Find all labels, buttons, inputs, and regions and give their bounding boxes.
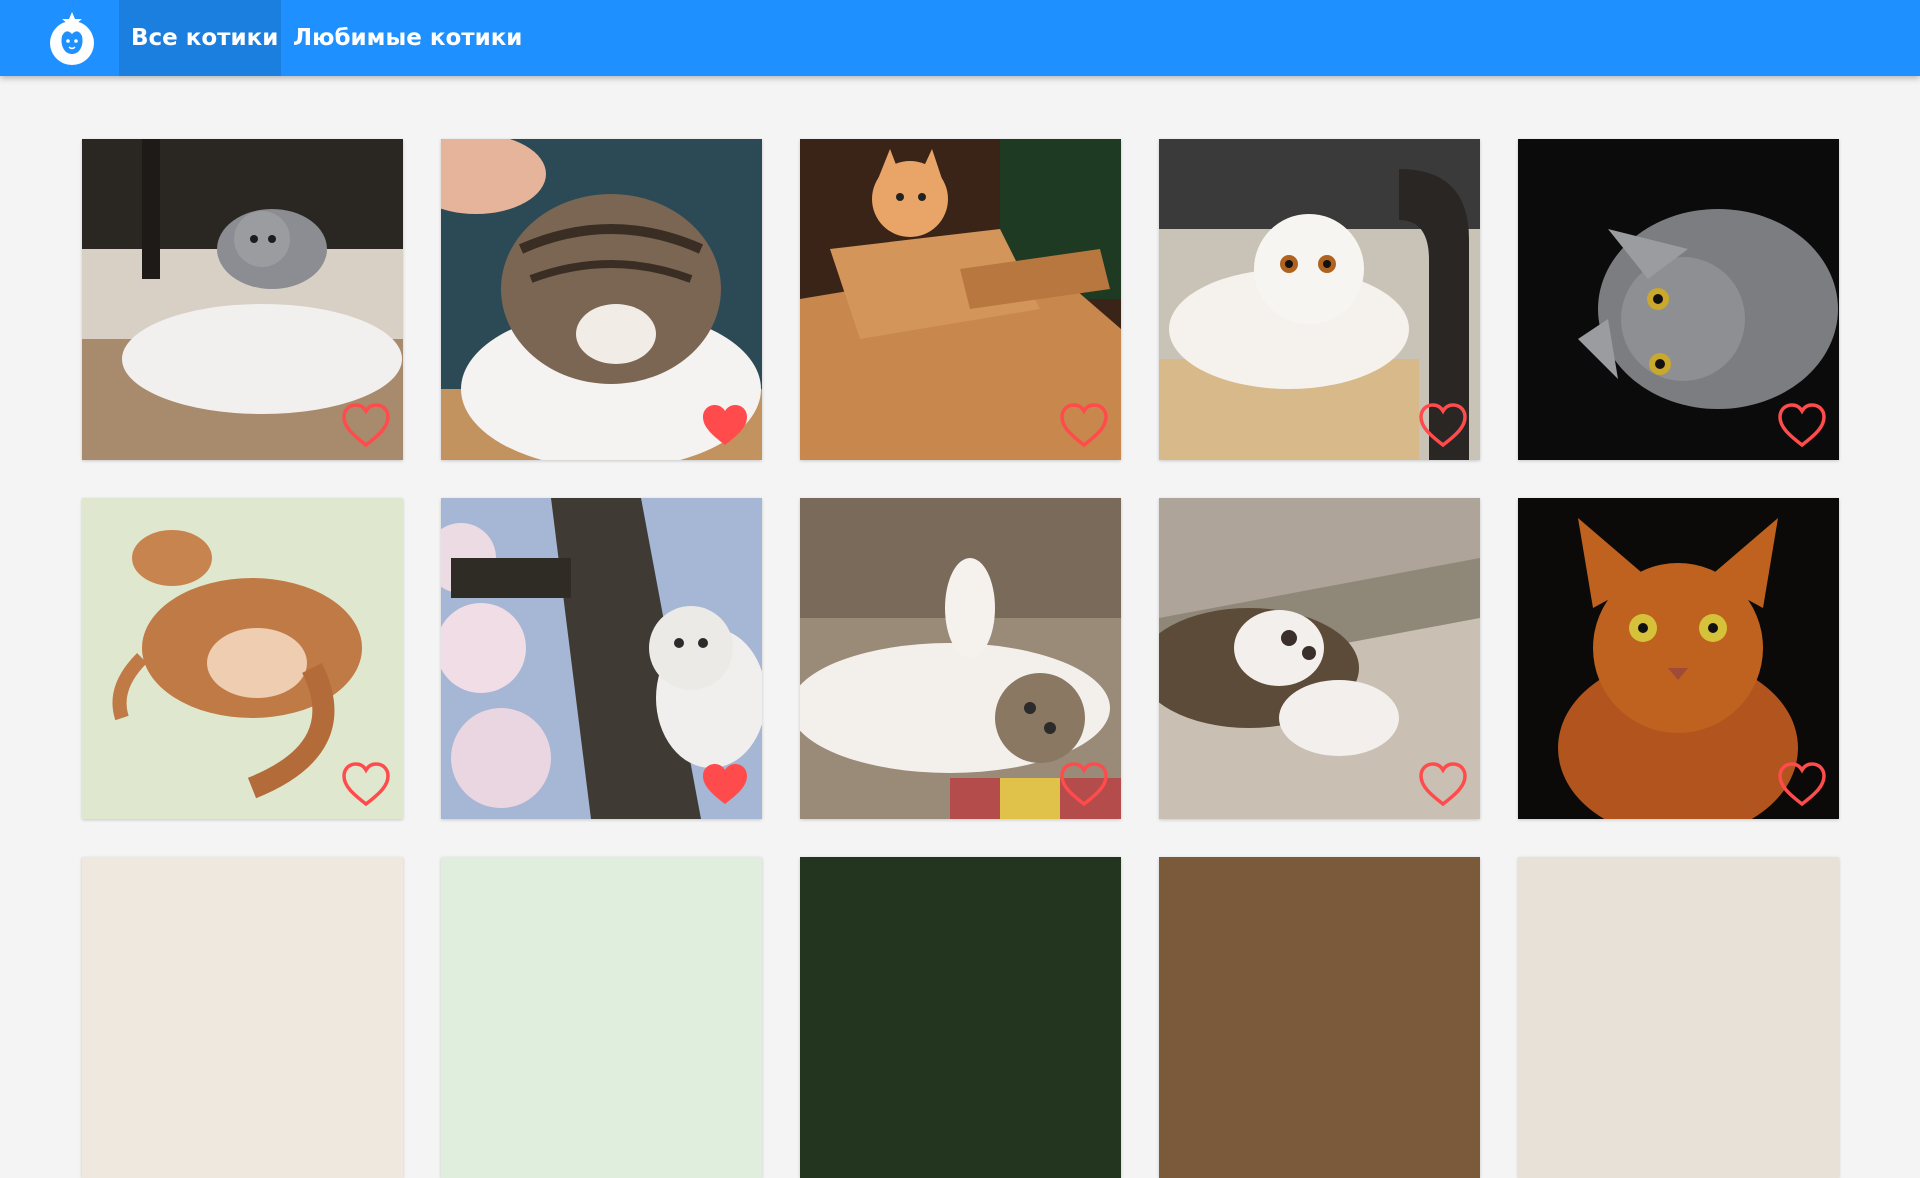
cat-card[interactable] [1159,139,1480,460]
cat-photo [1518,857,1839,1178]
cat-dog-logo-icon[interactable] [45,10,99,68]
cat-card[interactable] [82,498,403,819]
heart-outline-icon[interactable] [341,402,391,448]
cat-card[interactable] [1159,857,1480,1178]
heart-filled-icon[interactable] [700,402,750,448]
cat-card[interactable] [1518,139,1839,460]
heart-outline-icon[interactable] [1418,761,1468,807]
cat-card[interactable] [800,857,1121,1178]
heart-outline-icon[interactable] [1777,761,1827,807]
heart-outline-icon[interactable] [1777,402,1827,448]
cat-card[interactable] [800,498,1121,819]
cat-card[interactable] [1518,857,1839,1178]
cat-card[interactable] [441,139,762,460]
cat-card[interactable] [441,857,762,1178]
heart-outline-icon[interactable] [1418,402,1468,448]
tab-all-cats[interactable]: Все котики [119,0,281,76]
cat-photo [800,857,1121,1178]
cat-card[interactable] [1159,498,1480,819]
cat-card[interactable] [800,139,1121,460]
heart-outline-icon[interactable] [341,761,391,807]
cat-photo [441,857,762,1178]
heart-outline-icon[interactable] [1059,761,1109,807]
cat-card[interactable] [441,498,762,819]
tab-favorite-cats[interactable]: Любимые котики [281,0,522,76]
top-navbar: Все котики Любимые котики [0,0,1920,76]
cat-card[interactable] [1518,498,1839,819]
heart-outline-icon[interactable] [1059,402,1109,448]
cat-card[interactable] [82,139,403,460]
cat-photo [82,857,403,1178]
cat-photo [1159,857,1480,1178]
cat-card[interactable] [82,857,403,1178]
heart-filled-icon[interactable] [700,761,750,807]
